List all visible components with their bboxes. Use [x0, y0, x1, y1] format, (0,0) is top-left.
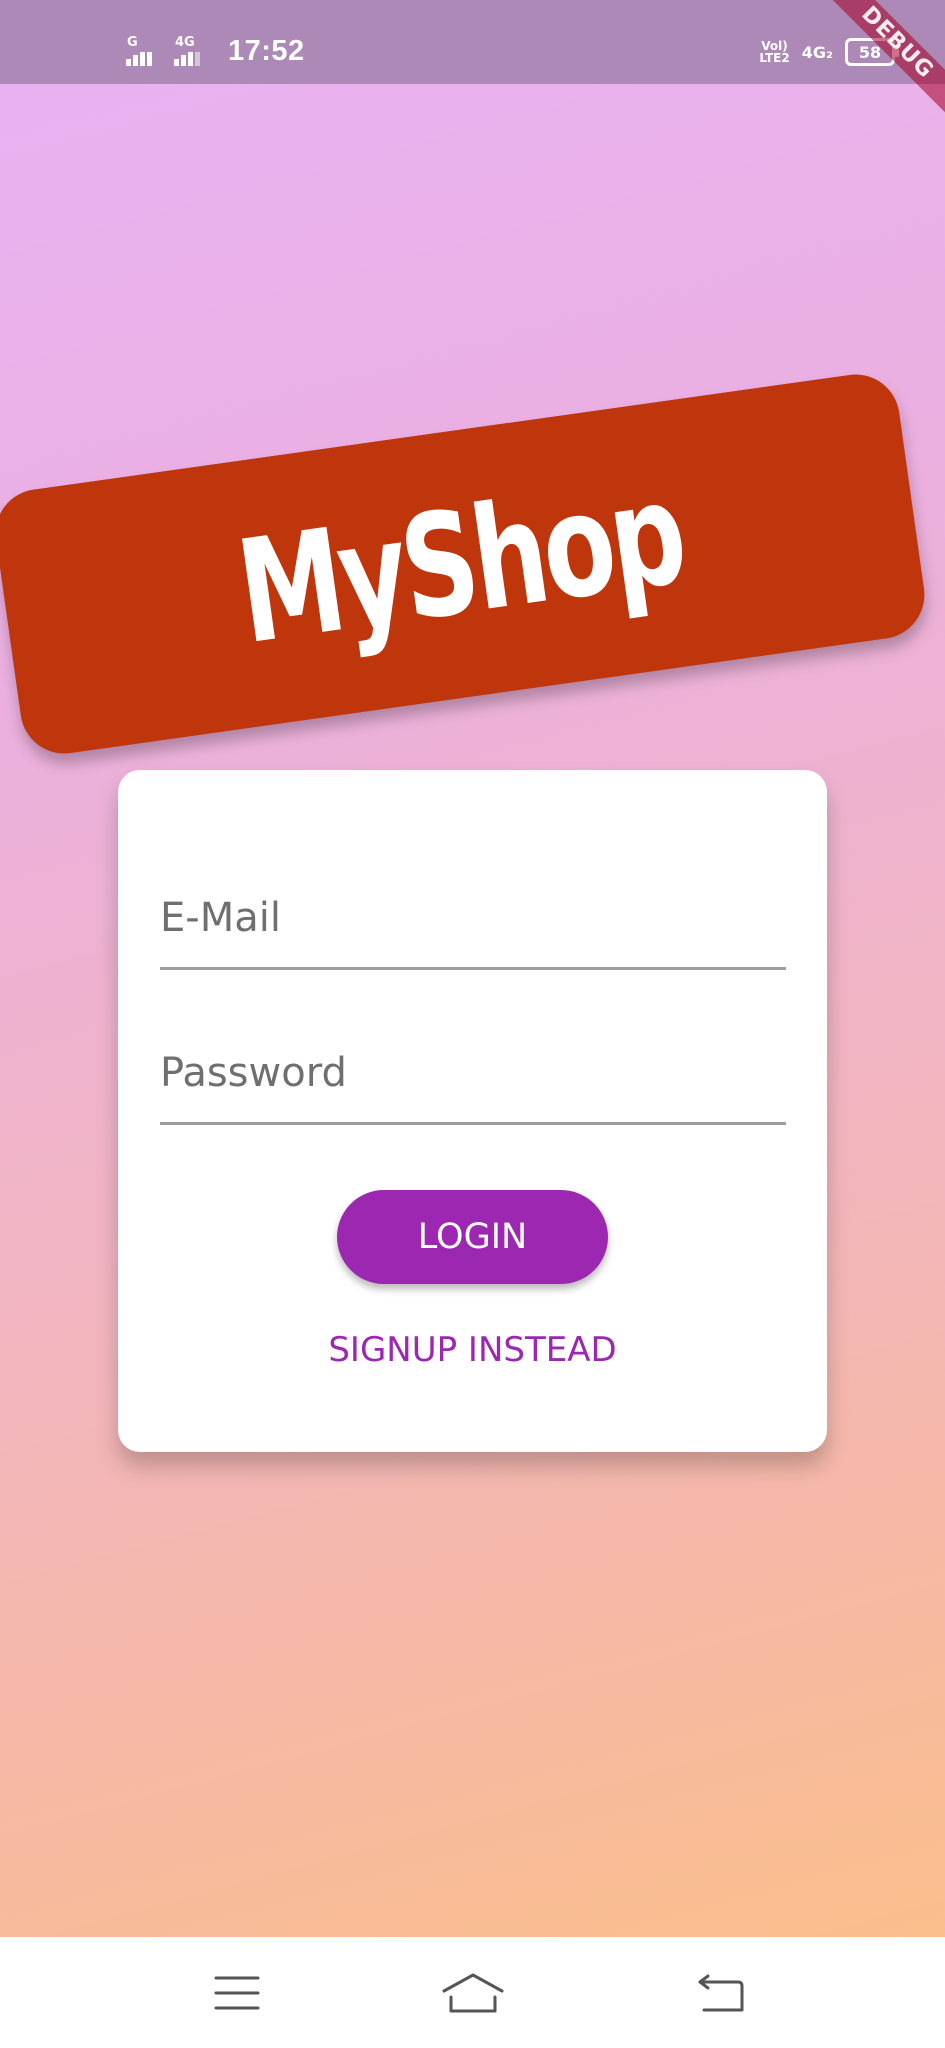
nav-menu-button[interactable] — [177, 1937, 297, 2048]
status-bar: G 4G 17:52 Vol) LTE2 4G₂ 58 — [0, 0, 945, 84]
signal-strength-icon-sim2: 4G — [174, 36, 208, 66]
signup-instead-button[interactable]: SIGNUP INSTEAD — [280, 1320, 665, 1380]
status-left: G 4G 17:52 — [126, 36, 305, 66]
volte-line-2: LTE2 — [759, 51, 790, 65]
email-input[interactable] — [160, 895, 786, 941]
volte-icon: Vol) LTE2 — [759, 40, 789, 64]
menu-icon — [214, 1976, 260, 2009]
password-field — [160, 1005, 786, 1125]
status-time: 17:52 — [228, 35, 305, 67]
app-logo-text: MyShop — [228, 450, 692, 677]
system-nav-bar — [0, 1937, 945, 2048]
signal-type-label: G — [127, 35, 138, 50]
network-type-label: 4G₂ — [801, 42, 833, 62]
login-button[interactable]: LOGIN — [337, 1190, 608, 1284]
password-input[interactable] — [160, 1050, 786, 1096]
back-icon — [698, 1974, 744, 2011]
signal-strength-icon-sim1: G — [126, 36, 160, 66]
email-field — [160, 850, 786, 970]
nav-back-button[interactable] — [660, 1937, 780, 2048]
nav-home-button[interactable] — [413, 1937, 533, 2048]
home-icon — [442, 1973, 504, 2012]
signal-type-label: 4G — [175, 35, 195, 50]
logo-banner: MyShop — [0, 368, 931, 760]
